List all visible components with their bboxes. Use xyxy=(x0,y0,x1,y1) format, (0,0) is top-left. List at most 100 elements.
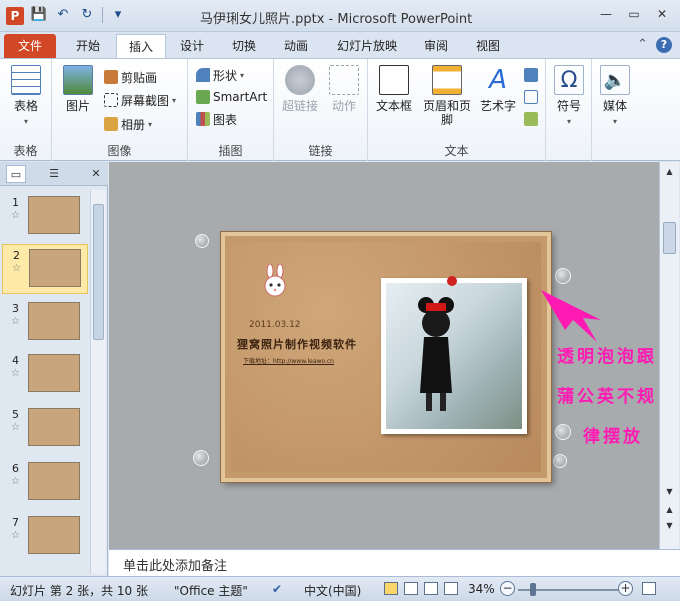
slides-tab-icon[interactable]: ▭ xyxy=(6,165,26,183)
close-button[interactable]: ✕ xyxy=(648,4,676,24)
photo-frame[interactable] xyxy=(381,276,527,434)
slide-thumbnail-7[interactable]: 7 ☆ xyxy=(2,512,88,562)
slide-thumbnail-3[interactable]: 3 ☆ xyxy=(2,298,88,348)
textbox-button[interactable]: 文本框 xyxy=(372,65,416,113)
table-button[interactable]: 表格 ▾ xyxy=(6,65,46,127)
clipart-icon xyxy=(104,70,118,84)
wordart-icon: A xyxy=(489,65,507,95)
tab-file[interactable]: 文件 xyxy=(4,34,57,58)
slide-number: 3 xyxy=(12,302,19,315)
group-images-label: 图像 xyxy=(107,144,132,158)
bubble-decoration xyxy=(553,454,567,468)
chart-label: 图表 xyxy=(213,112,238,127)
reading-view-icon[interactable] xyxy=(424,582,438,595)
slide-preview xyxy=(28,408,80,446)
slides-pane-scrollbar[interactable] xyxy=(90,190,106,574)
tab-home[interactable]: 开始 xyxy=(64,34,112,58)
wordart-button[interactable]: A 艺术字 xyxy=(478,65,518,113)
tab-review[interactable]: 审阅 xyxy=(412,34,460,58)
notes-pane[interactable]: 单击此处添加备注 xyxy=(109,549,680,576)
slide-title[interactable]: 狸窝照片制作视频软件 xyxy=(237,336,357,352)
powerpoint-icon[interactable]: P xyxy=(6,7,24,25)
shapes-button[interactable]: 形状 ▾ xyxy=(196,65,244,85)
chart-button[interactable]: 图表 xyxy=(196,109,237,129)
slides-pane-scroll-thumb[interactable] xyxy=(93,204,104,340)
media-label: 媒体 xyxy=(602,99,627,113)
tab-design[interactable]: 设计 xyxy=(168,34,216,58)
smartart-button[interactable]: SmartArt xyxy=(196,87,267,107)
screenshot-button[interactable]: 屏幕截图 ▾ xyxy=(104,90,176,110)
outline-tab-icon[interactable]: ☰ xyxy=(44,165,64,183)
slide-thumbnail-2[interactable]: 2 ☆ xyxy=(2,244,88,294)
symbol-dropdown-icon: ▾ xyxy=(566,117,571,126)
zoom-slider-knob[interactable] xyxy=(530,583,536,596)
spellcheck-icon[interactable]: ✔ xyxy=(272,582,282,596)
collapse-ribbon-icon[interactable]: ⌃ xyxy=(637,37,648,53)
slide-thumbnail-4[interactable]: 4 ☆ xyxy=(2,350,88,400)
object-button[interactable] xyxy=(524,109,538,129)
slide-preview xyxy=(29,249,81,287)
fit-to-window-icon[interactable] xyxy=(642,582,656,595)
slide-editing-area[interactable]: 2011.03.12 狸窝照片制作视频软件 下载地址：http://www.le… xyxy=(109,162,659,549)
undo-icon[interactable]: ↶ xyxy=(54,6,72,24)
slide-thumbnail-6[interactable]: 6 ☆ xyxy=(2,458,88,508)
zoom-level[interactable]: 34% xyxy=(468,582,495,596)
tab-insert[interactable]: 插入 xyxy=(116,34,167,59)
save-icon[interactable]: 💾 xyxy=(30,6,48,24)
slide-download-link[interactable]: 下载地址：http://www.leawo.cn xyxy=(243,356,334,365)
current-slide[interactable]: 2011.03.12 狸窝照片制作视频软件 下载地址：http://www.le… xyxy=(221,232,551,482)
quick-access-toolbar: 💾 ↶ ↻ ▾ xyxy=(30,6,127,24)
slide-number: 1 xyxy=(12,196,19,209)
editor-scroll-thumb[interactable] xyxy=(663,222,676,254)
previous-slide-icon[interactable]: ▲ xyxy=(663,504,676,516)
zoom-in-icon[interactable]: + xyxy=(618,581,633,596)
action-button[interactable]: 动作 xyxy=(324,65,364,113)
help-icon[interactable]: ? xyxy=(656,37,672,53)
slideshow-view-icon[interactable] xyxy=(444,582,458,595)
zoom-out-icon[interactable]: − xyxy=(500,581,515,596)
slide-thumbnail-1[interactable]: 1 ☆ xyxy=(2,192,88,242)
pointer-arrow-icon xyxy=(541,290,601,342)
slide-sorter-icon[interactable] xyxy=(404,582,418,595)
title-bar: P 💾 ↶ ↻ ▾ 马伊琍女儿照片.pptx - Microsoft Power… xyxy=(0,0,680,32)
language-status[interactable]: 中文(中国) xyxy=(304,582,361,599)
scroll-down-icon[interactable]: ▼ xyxy=(663,486,676,498)
close-pane-icon[interactable]: ✕ xyxy=(86,165,106,183)
slides-pane: ▭ ☰ ✕ 1 ☆ 2 ☆ 3 ☆ 4 ☆ 5 ☆ 6 ☆ 7 ☆ xyxy=(0,162,108,576)
header-footer-button[interactable]: 页眉和页脚 xyxy=(418,65,476,127)
bubble-decoration xyxy=(555,424,571,440)
normal-view-icon[interactable] xyxy=(384,582,398,595)
group-links: 超链接 动作 链接 xyxy=(274,59,368,161)
slide-thumbnail-5[interactable]: 5 ☆ xyxy=(2,404,88,454)
notes-placeholder[interactable]: 单击此处添加备注 xyxy=(123,555,227,574)
transition-star-icon: ☆ xyxy=(11,368,20,379)
maximize-button[interactable]: ▭ xyxy=(620,4,648,24)
clipart-button[interactable]: 剪贴画 xyxy=(104,67,157,87)
tab-view[interactable]: 视图 xyxy=(464,34,512,58)
transition-star-icon: ☆ xyxy=(11,422,20,433)
group-tables-label: 表格 xyxy=(13,144,38,158)
table-button-label: 表格 xyxy=(13,99,38,113)
object-icon xyxy=(524,112,538,126)
hyperlink-button[interactable]: 超链接 xyxy=(280,65,320,113)
next-slide-icon[interactable]: ▼ xyxy=(663,520,676,532)
theme-status[interactable]: "Office 主题" xyxy=(174,582,248,599)
transition-star-icon: ☆ xyxy=(11,476,20,487)
album-button[interactable]: 相册 ▾ xyxy=(104,114,152,134)
hyperlink-label: 超链接 xyxy=(281,99,318,113)
scroll-up-icon[interactable]: ▲ xyxy=(663,166,676,178)
redo-icon[interactable]: ↻ xyxy=(78,6,96,24)
group-tables: 表格 ▾ 表格 xyxy=(0,59,52,161)
tab-transitions[interactable]: 切换 xyxy=(220,34,268,58)
tab-animations[interactable]: 动画 xyxy=(272,34,320,58)
tab-slideshow[interactable]: 幻灯片放映 xyxy=(325,34,409,58)
minimize-button[interactable]: — xyxy=(592,4,620,24)
media-button[interactable]: 🔈 媒体 ▾ xyxy=(595,65,635,127)
slide-number-button[interactable] xyxy=(524,87,538,107)
symbol-button[interactable]: Ω 符号 ▾ xyxy=(549,65,589,127)
date-time-button[interactable] xyxy=(524,65,538,85)
editor-vertical-scrollbar[interactable]: ▲ ▼ ▲ ▼ xyxy=(659,162,679,549)
picture-button[interactable]: 图片 xyxy=(58,65,98,113)
customize-qat-icon[interactable]: ▾ xyxy=(109,6,127,24)
slide-number: 5 xyxy=(12,408,19,421)
